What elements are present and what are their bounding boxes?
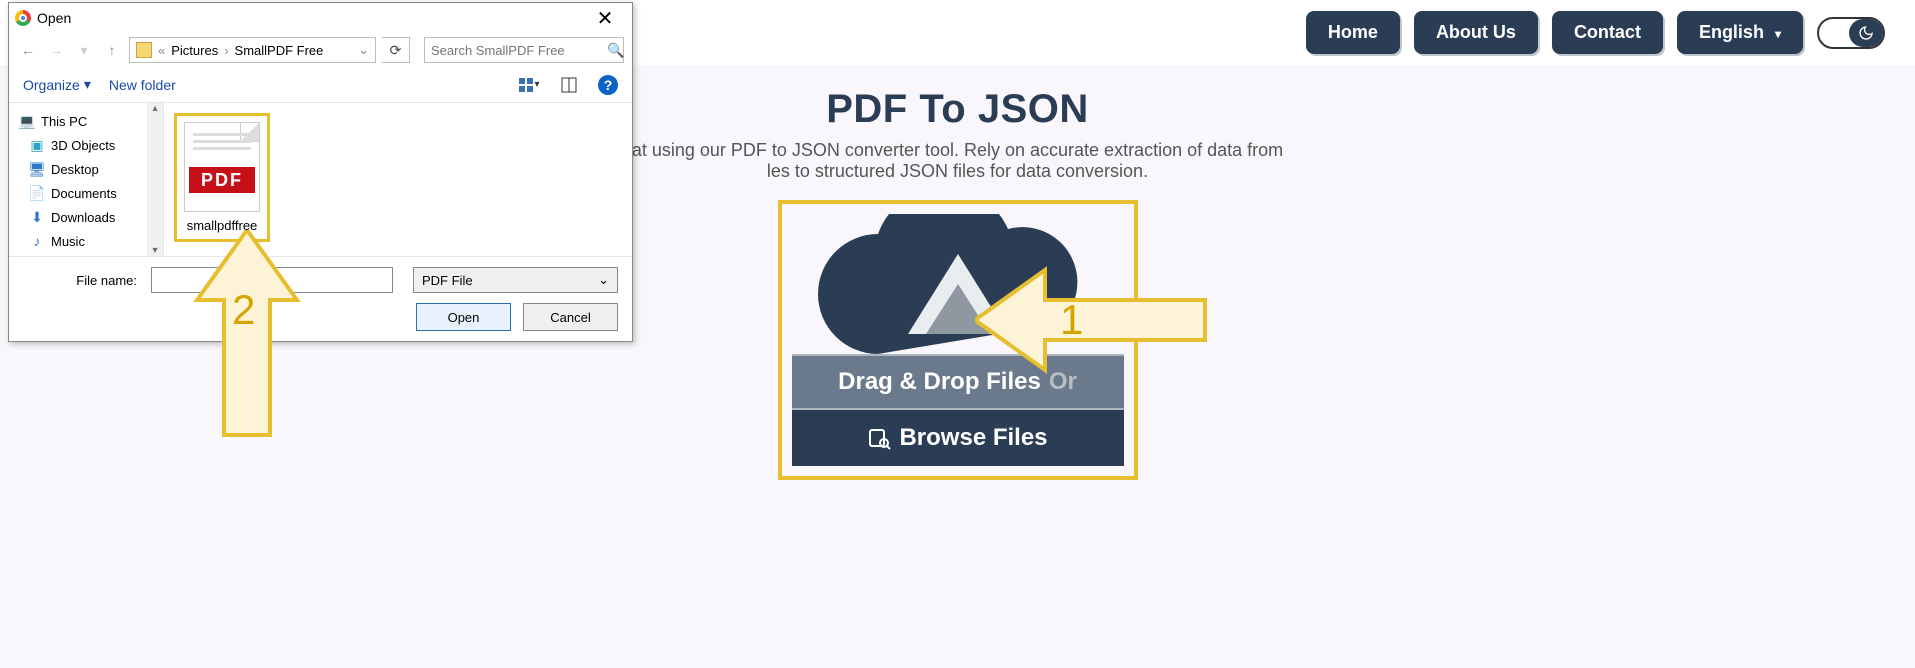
- chevron-down-icon: ▾: [534, 79, 539, 90]
- refresh-button[interactable]: ⟳: [382, 37, 410, 63]
- tree-this-pc-label: This PC: [41, 114, 87, 129]
- scroll-down-icon[interactable]: ▾: [152, 245, 157, 256]
- breadcrumb-smallpdf[interactable]: SmallPDF Free: [235, 43, 324, 58]
- tree-3d-objects[interactable]: ▣ 3D Objects: [9, 133, 163, 157]
- tree-desktop[interactable]: 🖥 Desktop: [9, 157, 163, 181]
- chevron-down-icon: ⌄: [598, 272, 609, 288]
- annotation-number-2: 2: [232, 286, 255, 334]
- search-box[interactable]: 🔍: [424, 37, 624, 63]
- annotation-arrow-2: 2: [192, 230, 302, 440]
- nav-language-button[interactable]: English ▾: [1677, 11, 1803, 54]
- forward-button[interactable]: →: [45, 42, 67, 58]
- chevron-down-icon: ▾: [84, 76, 91, 93]
- pdf-badge: PDF: [189, 167, 255, 193]
- nav-language-label: English: [1699, 22, 1764, 42]
- refresh-icon: ⟳: [390, 42, 402, 59]
- thumbnails-icon: [518, 77, 534, 93]
- tree-this-pc[interactable]: 💻 This PC: [9, 109, 163, 133]
- tree-music[interactable]: ♪ Music: [9, 229, 163, 253]
- search-input[interactable]: [431, 43, 607, 58]
- open-button[interactable]: Open: [416, 303, 511, 331]
- organize-label: Organize: [23, 77, 80, 93]
- chrome-icon: [15, 10, 31, 26]
- search-icon: 🔍: [607, 42, 624, 59]
- pdf-file-icon: PDF: [184, 122, 260, 212]
- dialog-toolbar: Organize ▾ New folder ▾ ?: [9, 67, 632, 103]
- desktop-icon: 🖥: [29, 161, 45, 177]
- tree-scrollbar[interactable]: ▴ ▾: [147, 103, 163, 256]
- dialog-titlebar: Open ✕: [9, 3, 632, 33]
- scroll-up-icon[interactable]: ▴: [152, 103, 157, 114]
- file-item-smallpdffree[interactable]: PDF smallpdffree: [174, 113, 270, 242]
- dark-mode-toggle[interactable]: [1817, 17, 1885, 49]
- tree-3d-objects-label: 3D Objects: [51, 138, 115, 153]
- cube-icon: ▣: [29, 137, 45, 153]
- chevron-down-icon: ▾: [1775, 27, 1781, 41]
- annotation-number-1: 1: [1060, 296, 1083, 344]
- folder-tree: 💻 This PC ▣ 3D Objects 🖥 Desktop 📄 Docum…: [9, 103, 164, 256]
- dialog-footer: File name: PDF File ⌄ Open Cancel: [9, 256, 632, 341]
- filetype-label: PDF File: [422, 273, 473, 288]
- tree-music-label: Music: [51, 234, 85, 249]
- nav-home-button[interactable]: Home: [1306, 11, 1400, 54]
- nav-contact-button[interactable]: Contact: [1552, 11, 1663, 54]
- breadcrumb-pictures[interactable]: Pictures: [171, 43, 218, 58]
- tree-desktop-label: Desktop: [51, 162, 99, 177]
- moon-icon: [1849, 19, 1883, 47]
- pc-icon: 💻: [19, 113, 35, 129]
- view-mode-button[interactable]: ▾: [518, 74, 540, 96]
- dialog-navbar: ← → ▾ ↑ « Pictures › SmallPDF Free ⌄ ⟳ 🔍: [9, 33, 632, 67]
- annotation-arrow-1: 1: [975, 260, 1215, 380]
- preview-icon: [561, 77, 577, 93]
- file-search-icon: [867, 426, 891, 450]
- new-folder-button[interactable]: New folder: [109, 77, 176, 93]
- tree-downloads[interactable]: ⬇ Downloads: [9, 205, 163, 229]
- folder-icon: [136, 42, 152, 58]
- documents-icon: 📄: [29, 185, 45, 201]
- cancel-button[interactable]: Cancel: [523, 303, 618, 331]
- nav-about-button[interactable]: About Us: [1414, 11, 1538, 54]
- organize-menu[interactable]: Organize ▾: [23, 76, 91, 93]
- up-button[interactable]: ↑: [101, 42, 123, 58]
- filename-label: File name:: [23, 273, 143, 288]
- browse-files-button[interactable]: Browse Files: [792, 410, 1124, 466]
- filetype-dropdown[interactable]: PDF File ⌄: [413, 267, 618, 293]
- file-open-dialog: Open ✕ ← → ▾ ↑ « Pictures › SmallPDF Fre…: [8, 2, 633, 342]
- breadcrumb[interactable]: « Pictures › SmallPDF Free ⌄: [129, 37, 376, 63]
- browse-files-label: Browse Files: [899, 424, 1047, 452]
- tree-documents-label: Documents: [51, 186, 117, 201]
- recent-dropdown[interactable]: ▾: [73, 42, 95, 59]
- breadcrumb-root: «: [158, 43, 165, 58]
- music-icon: ♪: [29, 233, 45, 249]
- close-icon: ✕: [597, 6, 614, 31]
- back-button[interactable]: ←: [17, 42, 39, 58]
- chevron-right-icon: ›: [224, 43, 228, 58]
- close-button[interactable]: ✕: [584, 3, 626, 33]
- tree-downloads-label: Downloads: [51, 210, 115, 225]
- preview-pane-button[interactable]: [558, 74, 580, 96]
- dialog-title: Open: [37, 10, 71, 26]
- help-button[interactable]: ?: [598, 75, 618, 95]
- chevron-down-icon[interactable]: ⌄: [358, 42, 369, 58]
- tree-documents[interactable]: 📄 Documents: [9, 181, 163, 205]
- downloads-icon: ⬇: [29, 209, 45, 225]
